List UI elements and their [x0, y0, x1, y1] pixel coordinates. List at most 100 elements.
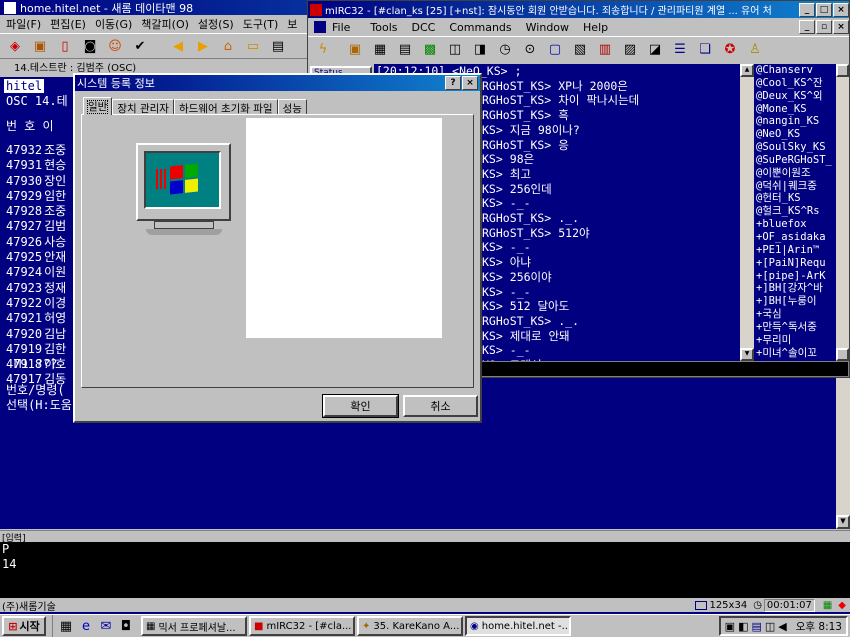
menu-dcc[interactable]: DCC: [412, 21, 436, 34]
options-icon[interactable]: ▣: [344, 39, 366, 61]
lock-icon[interactable]: ▦: [369, 39, 391, 61]
board-row[interactable]: 47932 조중: [6, 143, 66, 158]
menu-window[interactable]: Window: [526, 21, 569, 34]
list-channels-icon[interactable]: ▩: [419, 39, 441, 61]
mdi-minimize-button[interactable]: _: [799, 20, 815, 34]
menu-file[interactable]: File: [332, 21, 350, 34]
taskbar-item-mirc[interactable]: ■ mIRC32 - [#cla...: [249, 616, 355, 636]
menu-tools[interactable]: 도구(T): [243, 16, 279, 32]
input-area[interactable]: [입력] P 14: [0, 530, 850, 598]
check-icon[interactable]: ✔: [129, 35, 151, 57]
mirc-title-bar[interactable]: mIRC32 - [#clan_ks [25] [+nst]: 잠시동안 회원 …: [308, 1, 849, 18]
nick-item[interactable]: @nangin_KS: [756, 115, 836, 128]
board-row[interactable]: 47923 정재: [6, 281, 66, 296]
cascade-icon[interactable]: ❏: [694, 39, 716, 61]
board-row[interactable]: 47922 이경: [6, 296, 66, 311]
mdi-restore-button[interactable]: ▫: [816, 20, 832, 34]
task-scheduler-icon[interactable]: ◫: [765, 620, 775, 633]
address-book-icon[interactable]: ▤: [394, 39, 416, 61]
aliases-icon[interactable]: ▨: [619, 39, 641, 61]
nick-item[interactable]: +만득^독서중: [756, 321, 836, 334]
dialog-close-button[interactable]: ×: [462, 76, 478, 90]
nick-scrollbar[interactable]: [836, 64, 849, 361]
dcc-chat-icon[interactable]: ◨: [469, 39, 491, 61]
print-icon[interactable]: ▤: [267, 35, 289, 57]
nick-item[interactable]: @SoulSky_KS: [756, 141, 836, 154]
colors-icon[interactable]: ▢: [544, 39, 566, 61]
nick-item[interactable]: @SuPeRGHoST_: [756, 154, 836, 167]
nick-item[interactable]: +bluefox: [756, 218, 836, 231]
nick-item[interactable]: +무리미: [756, 334, 836, 347]
tile-icon[interactable]: ☰: [669, 39, 691, 61]
chat-scrollbar[interactable]: ▲ ▼: [740, 64, 754, 361]
menu-help[interactable]: Help: [583, 21, 608, 34]
popups-icon[interactable]: ◪: [644, 39, 666, 61]
home-icon[interactable]: ⌂: [217, 35, 239, 57]
menu-file[interactable]: 파일(F): [6, 16, 41, 32]
forward-arrow-icon[interactable]: ▶: [192, 35, 214, 57]
board-row[interactable]: 47921 허영: [6, 311, 66, 326]
face-icon[interactable]: ☺: [104, 35, 126, 57]
minimize-button[interactable]: _: [799, 2, 815, 17]
nick-item[interactable]: +미녀^솔이꼬: [756, 347, 836, 360]
nick-item[interactable]: +[pipe]-ArK: [756, 270, 836, 283]
outlook-icon[interactable]: ✉: [97, 615, 115, 637]
menu-go[interactable]: 이동(G): [95, 16, 132, 32]
tab-hardware-profiles[interactable]: 하드웨어 초기화 파일: [173, 99, 278, 115]
menu-more[interactable]: 보: [287, 16, 297, 32]
nick-item[interactable]: +국심: [756, 308, 836, 321]
volume-tray-icon[interactable]: ◧: [738, 620, 748, 633]
nick-item[interactable]: @이뿐이원조: [756, 167, 836, 180]
help-button[interactable]: ?: [445, 76, 461, 90]
board-row[interactable]: 47920 김남: [6, 327, 66, 342]
cancel-button[interactable]: 취소: [403, 395, 478, 417]
taskbar-item-karekano[interactable]: ✦ 35. KareKano A...: [357, 616, 463, 636]
remote-icon[interactable]: ▥: [594, 39, 616, 61]
tab-general[interactable]: 일반: [83, 97, 113, 115]
menu-edit[interactable]: 편집(E): [50, 16, 86, 32]
stop-icon[interactable]: ◆: [838, 600, 846, 611]
channels-icon[interactable]: ◘: [117, 615, 135, 637]
menu-settings[interactable]: 설정(S): [198, 16, 234, 32]
ok-button[interactable]: 확인: [322, 394, 399, 418]
tab-device-manager[interactable]: 장치 관리자: [112, 99, 174, 115]
board-row[interactable]: 47929 임한: [6, 189, 66, 204]
mirc-menu-icon[interactable]: [314, 21, 326, 33]
back-arrow-icon[interactable]: ◀: [167, 35, 189, 57]
nick-item[interactable]: @덕쉬|퀘크중: [756, 180, 836, 193]
menu-commands[interactable]: Commands: [449, 21, 511, 34]
start-button[interactable]: ⊞ 시작: [2, 616, 46, 636]
notify-icon[interactable]: ◷: [494, 39, 516, 61]
dialog-title-bar[interactable]: 시스템 등록 정보 ? ×: [75, 75, 480, 91]
nick-item[interactable]: +]BH[누룽이: [756, 295, 836, 308]
board-row[interactable]: 47927 김범: [6, 219, 66, 234]
board-row[interactable]: 47919 김한: [6, 342, 66, 357]
monitor-tray-icon[interactable]: ▤: [751, 620, 761, 633]
nick-item[interactable]: +]BH[강자^바: [756, 282, 836, 295]
menu-tools[interactable]: Tools: [370, 21, 397, 34]
board-row[interactable]: 47926 사승: [6, 235, 66, 250]
nick-item[interactable]: @헌터_KS: [756, 192, 836, 205]
close-button[interactable]: ×: [833, 2, 849, 17]
ie-icon[interactable]: e: [77, 615, 95, 637]
nick-item[interactable]: @Mone_KS: [756, 103, 836, 116]
tab-performance[interactable]: 성능: [277, 99, 307, 115]
nick-item[interactable]: @Chanserv: [756, 64, 836, 77]
camera-icon[interactable]: ◙: [79, 35, 101, 57]
show-desktop-icon[interactable]: ▦: [57, 615, 75, 637]
about-icon[interactable]: ♙: [744, 39, 766, 61]
connect-icon[interactable]: ◈: [4, 35, 26, 57]
nick-item[interactable]: @NeO_KS: [756, 128, 836, 141]
taskbar-item-mixer[interactable]: ▦ 믹서 프로페셔날...: [141, 616, 247, 636]
board-row[interactable]: 47930 장인: [6, 174, 66, 189]
help-icon[interactable]: ✪: [719, 39, 741, 61]
board-row[interactable]: 47925 안재: [6, 250, 66, 265]
script-icon[interactable]: ▧: [569, 39, 591, 61]
nick-item[interactable]: +[PaiN]Requ: [756, 257, 836, 270]
speaker-icon[interactable]: ◀: [778, 620, 786, 633]
menu-bookmark[interactable]: 책갈피(O): [141, 16, 189, 32]
phonebook-icon[interactable]: ▣: [29, 35, 51, 57]
maximize-button[interactable]: □: [816, 2, 832, 17]
taskbar-item-hitel[interactable]: ◉ home.hitel.net -...: [465, 616, 571, 636]
timer-icon[interactable]: ⊙: [519, 39, 541, 61]
